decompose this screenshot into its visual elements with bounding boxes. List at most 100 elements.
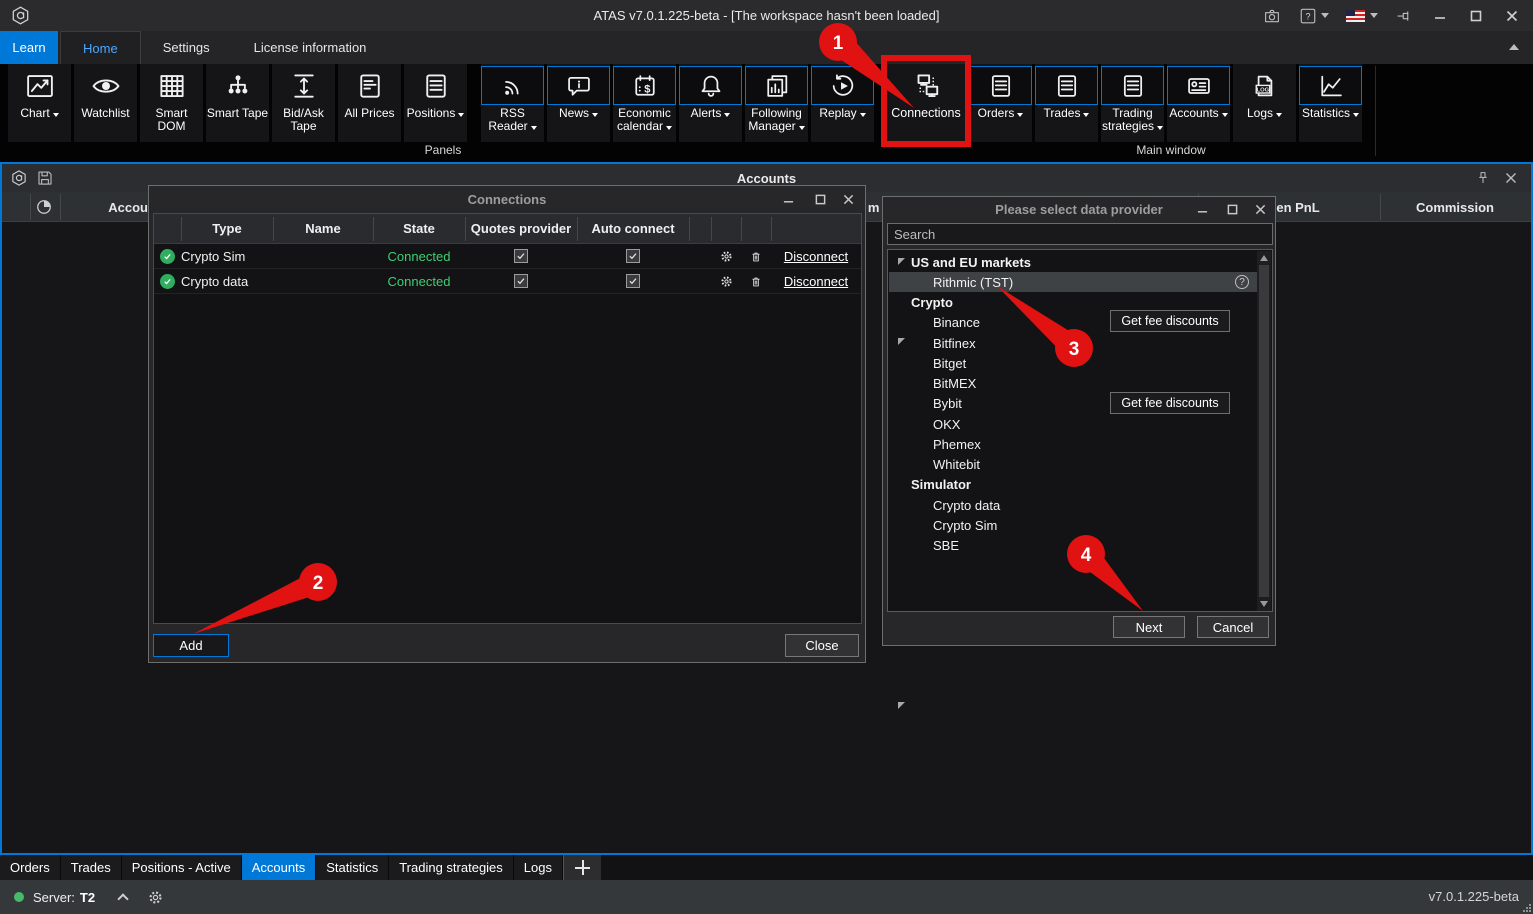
tree-item-bitget[interactable]: Bitget bbox=[889, 353, 1257, 373]
ribbon-button-following-manager[interactable]: Following Manager bbox=[745, 64, 808, 142]
tree-scrollbar[interactable] bbox=[1257, 251, 1271, 611]
column-header-state[interactable]: State bbox=[373, 214, 465, 243]
connection-row[interactable]: Crypto data Connected Disconnect bbox=[154, 269, 861, 294]
ribbon-button-rss-reader[interactable]: RSS Reader bbox=[481, 64, 544, 142]
ribbon-button-connections[interactable]: Connections bbox=[886, 64, 966, 142]
help-circle-icon[interactable]: ? bbox=[1235, 275, 1249, 289]
settings-gear-icon[interactable] bbox=[147, 889, 164, 906]
tree-expander-icon[interactable] bbox=[898, 258, 905, 265]
ribbon-button-logs[interactable]: LOG Logs bbox=[1233, 64, 1296, 142]
tab-license-information[interactable]: License information bbox=[232, 31, 389, 64]
ribbon-button-trading-strategies[interactable]: Trading strategies bbox=[1101, 64, 1164, 142]
save-icon[interactable] bbox=[36, 169, 54, 187]
ribbon-button-economic-calendar[interactable]: $ Economic calendar bbox=[613, 64, 676, 142]
ribbon-button-smart-dom[interactable]: Smart DOM bbox=[140, 64, 203, 142]
scroll-down-icon[interactable] bbox=[1260, 601, 1268, 607]
column-header-quotes-provider[interactable]: Quotes provider bbox=[465, 214, 577, 243]
close-button[interactable] bbox=[1251, 200, 1269, 218]
language-menu-button[interactable] bbox=[1345, 5, 1379, 27]
next-button[interactable]: Next bbox=[1113, 616, 1185, 638]
tree-item-phemex[interactable]: Phemex bbox=[889, 434, 1257, 454]
search-input[interactable] bbox=[887, 223, 1273, 245]
column-header-account[interactable]: Accou bbox=[60, 192, 148, 222]
close-dialog-button[interactable]: Close bbox=[785, 634, 859, 657]
tree-expander-icon[interactable] bbox=[898, 702, 905, 709]
maximize-button[interactable] bbox=[811, 190, 829, 208]
tree-item-bitfinex[interactable]: Bitfinex bbox=[889, 333, 1257, 353]
ribbon-button-statistics[interactable]: Statistics bbox=[1299, 64, 1362, 142]
close-button[interactable] bbox=[839, 190, 857, 208]
cancel-button[interactable]: Cancel bbox=[1197, 616, 1269, 638]
ribbon-button-all-prices[interactable]: All Prices bbox=[338, 64, 401, 142]
column-header-auto-connect[interactable]: Auto connect bbox=[577, 214, 689, 243]
column-header-commission[interactable]: Commission bbox=[1380, 192, 1530, 222]
disconnect-link[interactable]: Disconnect bbox=[784, 274, 848, 289]
scrollbar-thumb[interactable] bbox=[1259, 265, 1269, 597]
maximize-button[interactable] bbox=[1465, 5, 1487, 27]
minimize-button[interactable] bbox=[1193, 200, 1211, 218]
column-header-type[interactable]: Type bbox=[181, 214, 273, 243]
help-menu-button[interactable]: ? bbox=[1297, 5, 1331, 27]
tree-group-us-eu-markets[interactable]: US and EU markets bbox=[889, 252, 1257, 272]
connection-row[interactable]: Crypto Sim Connected Disconnect bbox=[154, 244, 861, 269]
tree-item-crypto-sim[interactable]: Crypto Sim bbox=[889, 515, 1257, 535]
tab-accounts[interactable]: Accounts bbox=[242, 855, 316, 880]
settings-gear-icon[interactable] bbox=[719, 249, 734, 264]
auto-connect-checkbox[interactable] bbox=[626, 274, 640, 288]
ribbon-button-orders[interactable]: Orders bbox=[969, 64, 1032, 142]
column-header-name[interactable]: Name bbox=[273, 214, 373, 243]
tab-trading-strategies[interactable]: Trading strategies bbox=[389, 855, 514, 880]
learn-button[interactable]: Learn bbox=[0, 31, 58, 64]
get-fee-discounts-button[interactable]: Get fee discounts bbox=[1110, 310, 1230, 332]
ribbon-button-accounts[interactable]: Accounts bbox=[1167, 64, 1230, 142]
settings-gear-icon[interactable] bbox=[719, 274, 734, 289]
ribbon-button-news[interactable]: News bbox=[547, 64, 610, 142]
add-button[interactable]: Add bbox=[153, 634, 229, 657]
pie-chart-icon[interactable] bbox=[34, 197, 54, 217]
scroll-up-icon[interactable] bbox=[1260, 255, 1268, 261]
auto-connect-checkbox[interactable] bbox=[626, 249, 640, 263]
tree-group-crypto[interactable]: Crypto bbox=[889, 292, 1257, 312]
ribbon-button-bid-ask-tape[interactable]: Bid/Ask Tape bbox=[272, 64, 335, 142]
tab-statistics[interactable]: Statistics bbox=[316, 855, 389, 880]
pin-on-top-button[interactable] bbox=[1393, 5, 1415, 27]
pin-icon[interactable] bbox=[1475, 170, 1491, 186]
ribbon-button-smart-tape[interactable]: Smart Tape bbox=[206, 64, 269, 142]
collapse-ribbon-icon[interactable] bbox=[1509, 44, 1519, 50]
tree-item-rithmic-tst[interactable]: Rithmic (TST)? bbox=[889, 272, 1257, 292]
quotes-provider-checkbox[interactable] bbox=[514, 249, 528, 263]
disconnect-link[interactable]: Disconnect bbox=[784, 249, 848, 264]
chevron-up-icon[interactable] bbox=[117, 893, 128, 904]
ribbon-button-positions[interactable]: Positions bbox=[404, 64, 467, 142]
server-value[interactable]: T2 bbox=[80, 890, 95, 905]
tree-group-simulator[interactable]: Simulator bbox=[889, 474, 1257, 494]
tree-item-sbe[interactable]: SBE bbox=[889, 535, 1257, 555]
tree-item-crypto-data[interactable]: Crypto data bbox=[889, 495, 1257, 515]
minimize-button[interactable] bbox=[1429, 5, 1451, 27]
tab-home[interactable]: Home bbox=[60, 31, 141, 64]
minimize-button[interactable] bbox=[779, 190, 797, 208]
close-button[interactable] bbox=[1501, 5, 1523, 27]
close-icon[interactable] bbox=[1505, 172, 1517, 184]
resize-grip[interactable] bbox=[1523, 904, 1531, 912]
tab-settings[interactable]: Settings bbox=[141, 31, 232, 64]
screenshot-camera-button[interactable] bbox=[1261, 5, 1283, 27]
quotes-provider-checkbox[interactable] bbox=[514, 274, 528, 288]
ribbon-button-chart[interactable]: Chart bbox=[8, 64, 71, 142]
ribbon-button-alerts[interactable]: Alerts bbox=[679, 64, 742, 142]
tree-item-okx[interactable]: OKX bbox=[889, 414, 1257, 434]
add-tab-button[interactable] bbox=[563, 855, 601, 880]
ribbon-button-trades[interactable]: Trades bbox=[1035, 64, 1098, 142]
ribbon-button-replay[interactable]: Replay bbox=[811, 64, 874, 142]
tab-trades[interactable]: Trades bbox=[61, 855, 122, 880]
tab-logs[interactable]: Logs bbox=[514, 855, 563, 880]
delete-trash-icon[interactable] bbox=[749, 249, 763, 264]
tree-item-bitmex[interactable]: BitMEX bbox=[889, 373, 1257, 393]
tab-orders[interactable]: Orders bbox=[0, 855, 61, 880]
tab-positions-active[interactable]: Positions - Active bbox=[122, 855, 242, 880]
ribbon-button-watchlist[interactable]: Watchlist bbox=[74, 64, 137, 142]
get-fee-discounts-button[interactable]: Get fee discounts bbox=[1110, 392, 1230, 414]
delete-trash-icon[interactable] bbox=[749, 274, 763, 289]
tree-item-whitebit[interactable]: Whitebit bbox=[889, 454, 1257, 474]
maximize-button[interactable] bbox=[1223, 200, 1241, 218]
